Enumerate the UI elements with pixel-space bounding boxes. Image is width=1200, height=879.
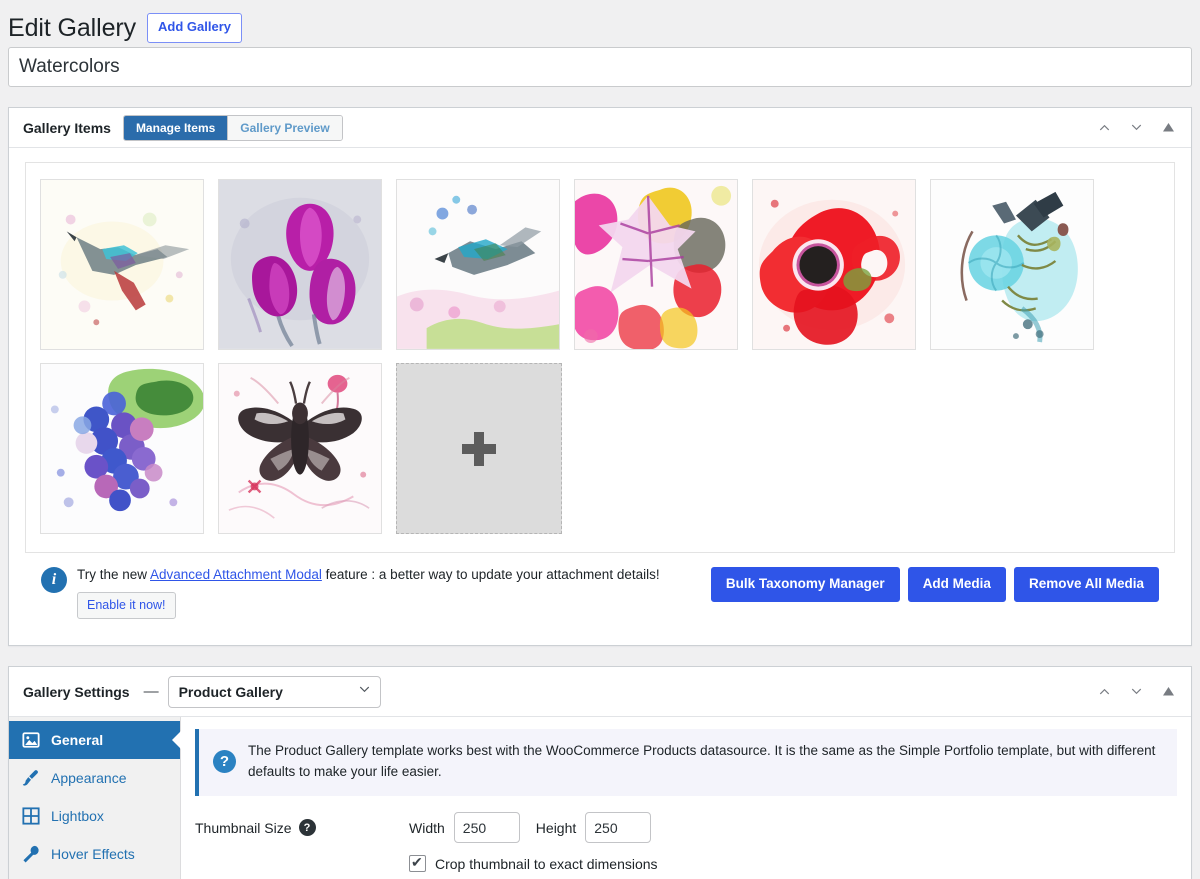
attachment-modal-notice: i Try the new Advanced Attachment Modal … [25, 555, 1175, 635]
notice-text-before: Try the new [77, 567, 151, 582]
width-label: Width [409, 819, 445, 836]
table-row[interactable] [574, 179, 738, 350]
template-help-notice: ? The Product Gallery template works bes… [195, 729, 1177, 797]
notice-text-after: feature : a better way to update your at… [321, 567, 660, 582]
sidebar-item-appearance[interactable]: Appearance [9, 759, 180, 797]
sidebar-item-label: General [51, 732, 104, 749]
gallery-items-panel: Gallery Items Manage Items Gallery Previ… [8, 107, 1192, 647]
move-down-icon[interactable] [1121, 677, 1151, 707]
template-select-wrap: Product Gallery Simple Portfolio [167, 675, 381, 708]
thumbnail-size-label-wrap: Thumbnail Size ? [195, 819, 409, 837]
width-input[interactable] [453, 812, 520, 844]
template-select[interactable]: Product Gallery Simple Portfolio [167, 675, 381, 708]
tab-manage-items[interactable]: Manage Items [123, 115, 228, 140]
help-tooltip-icon[interactable]: ? [298, 819, 316, 837]
table-row[interactable] [396, 179, 560, 350]
notice-text: Try the new Advanced Attachment Modal fe… [77, 565, 660, 585]
move-down-icon[interactable] [1121, 113, 1151, 143]
move-up-icon[interactable] [1089, 677, 1119, 707]
bulk-taxonomy-manager-button[interactable]: Bulk Taxonomy Manager [710, 567, 900, 603]
thumbnail-size-row: Thumbnail Size ? Width Height [195, 796, 1177, 844]
collapse-toggle-icon[interactable] [1153, 113, 1183, 143]
media-action-buttons: Bulk Taxonomy Manager Add Media Remove A… [710, 565, 1159, 603]
table-row[interactable] [40, 363, 204, 534]
help-text: The Product Gallery template works best … [248, 743, 1156, 780]
thumbnail-grid-container [25, 162, 1175, 553]
move-up-icon[interactable] [1089, 113, 1119, 143]
enable-it-now-button[interactable]: Enable it now! [77, 592, 176, 620]
gallery-title-row [0, 47, 1200, 87]
gallery-settings-body: General Appearance Lightbox Hover Effect… [9, 717, 1191, 879]
blue-hummingbird-blossoms-image [397, 180, 559, 349]
height-input[interactable] [585, 812, 652, 844]
gallery-title-input[interactable] [8, 47, 1192, 87]
thumbnail-grid [40, 179, 1162, 534]
settings-separator: — [143, 683, 159, 701]
collapse-toggle-icon[interactable] [1153, 677, 1183, 707]
wrench-icon [21, 844, 41, 864]
table-row[interactable] [752, 179, 916, 350]
table-row[interactable] [930, 179, 1094, 350]
grid-icon [21, 806, 41, 826]
admin-page: Edit Gallery Add Gallery Gallery Items M… [0, 0, 1200, 879]
teal-flower-stems-image [931, 180, 1093, 349]
add-media-tile[interactable] [396, 363, 562, 534]
notice-content: Try the new Advanced Attachment Modal fe… [77, 565, 660, 620]
page-header: Edit Gallery Add Gallery [0, 0, 1200, 47]
add-media-button[interactable]: Add Media [907, 567, 1006, 603]
crop-thumbnail-row: Crop thumbnail to exact dimensions [195, 843, 1177, 873]
sidebar-item-label: Appearance [51, 770, 127, 787]
table-row[interactable] [218, 179, 382, 350]
gallery-items-header: Gallery Items Manage Items Gallery Previ… [9, 108, 1191, 148]
table-row[interactable] [218, 363, 382, 534]
crop-thumbnail-checkbox[interactable] [409, 854, 426, 873]
sidebar-item-lightbox[interactable]: Lightbox [9, 797, 180, 835]
height-label: Height [535, 819, 577, 836]
blue-grapes-image [41, 364, 203, 533]
dark-moth-image [219, 364, 381, 533]
gallery-items-title: Gallery Items [23, 119, 111, 136]
sidebar-item-label: Hover Effects [51, 846, 135, 863]
gallery-settings-header: Gallery Settings — Product Gallery Simpl… [9, 667, 1191, 718]
add-gallery-button[interactable]: Add Gallery [147, 13, 242, 43]
brush-icon [21, 768, 41, 788]
hummingbird-cream-image [41, 180, 203, 349]
settings-panel-handle-actions [1089, 677, 1183, 707]
sidebar-item-hover-effects[interactable]: Hover Effects [9, 835, 180, 873]
sidebar-item-general[interactable]: General [9, 721, 180, 760]
settings-content: ? The Product Gallery template works bes… [181, 717, 1191, 879]
gallery-items-body: i Try the new Advanced Attachment Modal … [9, 148, 1191, 645]
remove-all-media-button[interactable]: Remove All Media [1013, 567, 1159, 603]
tab-gallery-preview[interactable]: Gallery Preview [227, 115, 342, 140]
sidebar-item-label: Lightbox [51, 808, 104, 825]
items-panel-handle-actions [1089, 113, 1183, 143]
gallery-settings-title: Gallery Settings [23, 683, 130, 700]
items-view-tabs: Manage Items Gallery Preview [122, 114, 343, 141]
magenta-tulips-image [219, 180, 381, 349]
gallery-settings-panel: Gallery Settings — Product Gallery Simpl… [8, 666, 1192, 879]
red-poppy-image [753, 180, 915, 349]
settings-sidebar: General Appearance Lightbox Hover Effect… [9, 717, 181, 879]
page-title: Edit Gallery [8, 14, 137, 42]
advanced-attachment-modal-link[interactable]: Advanced Attachment Modal [150, 567, 322, 582]
autumn-leaves-image [575, 180, 737, 349]
question-icon: ? [213, 750, 236, 774]
table-row[interactable] [40, 179, 204, 350]
thumbnail-size-label: Thumbnail Size [195, 819, 292, 836]
image-icon [21, 730, 41, 750]
info-icon: i [41, 567, 67, 593]
plus-icon [462, 431, 496, 466]
crop-thumbnail-label: Crop thumbnail to exact dimensions [435, 855, 658, 872]
